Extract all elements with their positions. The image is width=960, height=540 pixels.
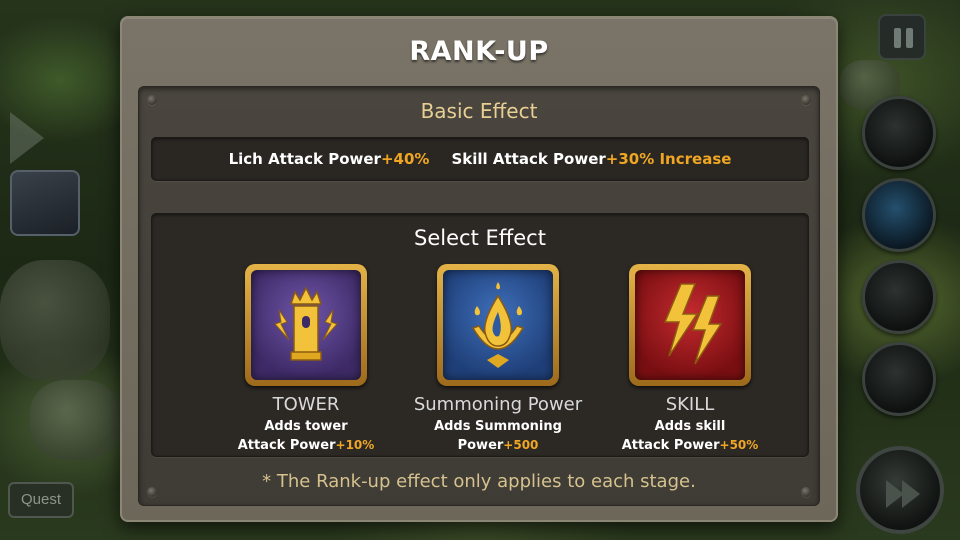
side-skill-slot[interactable] bbox=[862, 260, 936, 334]
background-rock bbox=[0, 260, 110, 380]
option-bonus: +10% bbox=[335, 438, 375, 452]
option-icon-frame[interactable] bbox=[629, 264, 751, 386]
basic-effect-heading: Basic Effect bbox=[420, 99, 538, 123]
background-rock bbox=[30, 380, 120, 460]
rank-up-dialog: RANK-UP Basic Effect Lich Attack Power+4… bbox=[120, 16, 838, 522]
lightning-icon bbox=[635, 270, 745, 380]
basic-effect-label: Lich Attack Power bbox=[228, 150, 381, 168]
pause-icon bbox=[906, 28, 913, 48]
quest-button[interactable]: Quest bbox=[8, 482, 74, 518]
option-desc-line: Power bbox=[457, 438, 504, 453]
option-description: Adds skill Attack Power+50% bbox=[590, 418, 790, 455]
option-desc-line: Adds tower bbox=[264, 419, 348, 434]
dialog-title: RANK-UP bbox=[409, 36, 549, 67]
side-skill-slot[interactable] bbox=[862, 342, 936, 416]
option-bonus: +500 bbox=[503, 438, 539, 452]
basic-effect-value: +30% Increase bbox=[605, 150, 732, 168]
option-desc-line: Attack Power bbox=[237, 438, 336, 453]
option-title: Summoning Power bbox=[413, 394, 583, 415]
option-icon-frame[interactable] bbox=[245, 264, 367, 386]
side-skill-slot[interactable] bbox=[862, 178, 936, 252]
option-desc-line: Attack Power bbox=[621, 438, 720, 453]
select-effect-box: Select Effect TOWER Adds tower Attack Po… bbox=[151, 213, 809, 457]
option-desc-line: Adds Summoning bbox=[434, 419, 562, 434]
option-bonus: +50% bbox=[719, 438, 759, 452]
pause-button[interactable] bbox=[878, 14, 926, 60]
select-effect-heading: Select Effect bbox=[414, 226, 546, 250]
basic-effect-bar: Lich Attack Power+40% Skill Attack Power+… bbox=[151, 137, 809, 181]
rank-up-footnote: * The Rank-up effect only applies to eac… bbox=[262, 471, 696, 492]
option-desc-line: Adds skill bbox=[654, 419, 726, 434]
basic-effect-value: +40% bbox=[380, 150, 430, 168]
option-description: Adds Summoning Power+500 bbox=[398, 418, 598, 455]
dialog-content-panel: Basic Effect Lich Attack Power+40% Skill … bbox=[138, 86, 820, 506]
tower-icon bbox=[251, 270, 361, 380]
option-icon-frame[interactable] bbox=[437, 264, 559, 386]
option-title: TOWER bbox=[272, 394, 340, 415]
option-description: Adds tower Attack Power+10% bbox=[206, 418, 406, 455]
option-skill[interactable]: SKILL Adds skill Attack Power+50% bbox=[590, 264, 790, 454]
side-skill-slot[interactable] bbox=[862, 96, 936, 170]
basic-effect-label: Skill Attack Power bbox=[451, 150, 606, 168]
tower-thumbnail-button[interactable] bbox=[10, 170, 80, 236]
fast-forward-button[interactable] bbox=[856, 446, 944, 534]
pause-icon bbox=[894, 28, 901, 48]
play-icon[interactable] bbox=[10, 112, 44, 164]
option-tower[interactable]: TOWER Adds tower Attack Power+10% bbox=[206, 264, 406, 454]
option-title: SKILL bbox=[665, 394, 715, 415]
summoning-drop-icon bbox=[443, 270, 553, 380]
option-summoning-power[interactable]: Summoning Power Adds Summoning Power+500 bbox=[398, 264, 598, 454]
